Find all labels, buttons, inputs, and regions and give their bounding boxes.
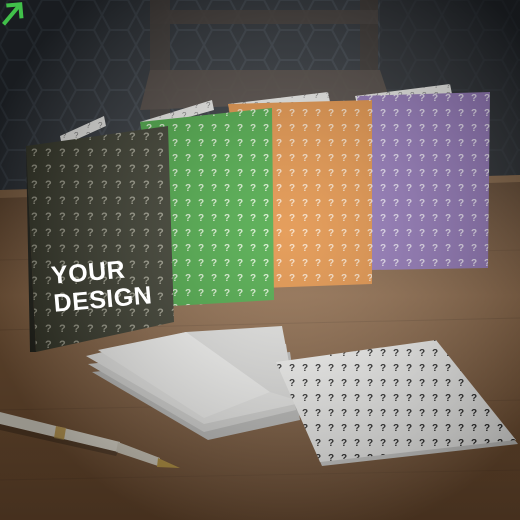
arrow-up-right-icon: [2, 2, 24, 26]
product-mockup-scene: ? ? ? ? ? ?: [0, 0, 520, 520]
card-headline: YOUR DESIGN: [50, 252, 174, 318]
